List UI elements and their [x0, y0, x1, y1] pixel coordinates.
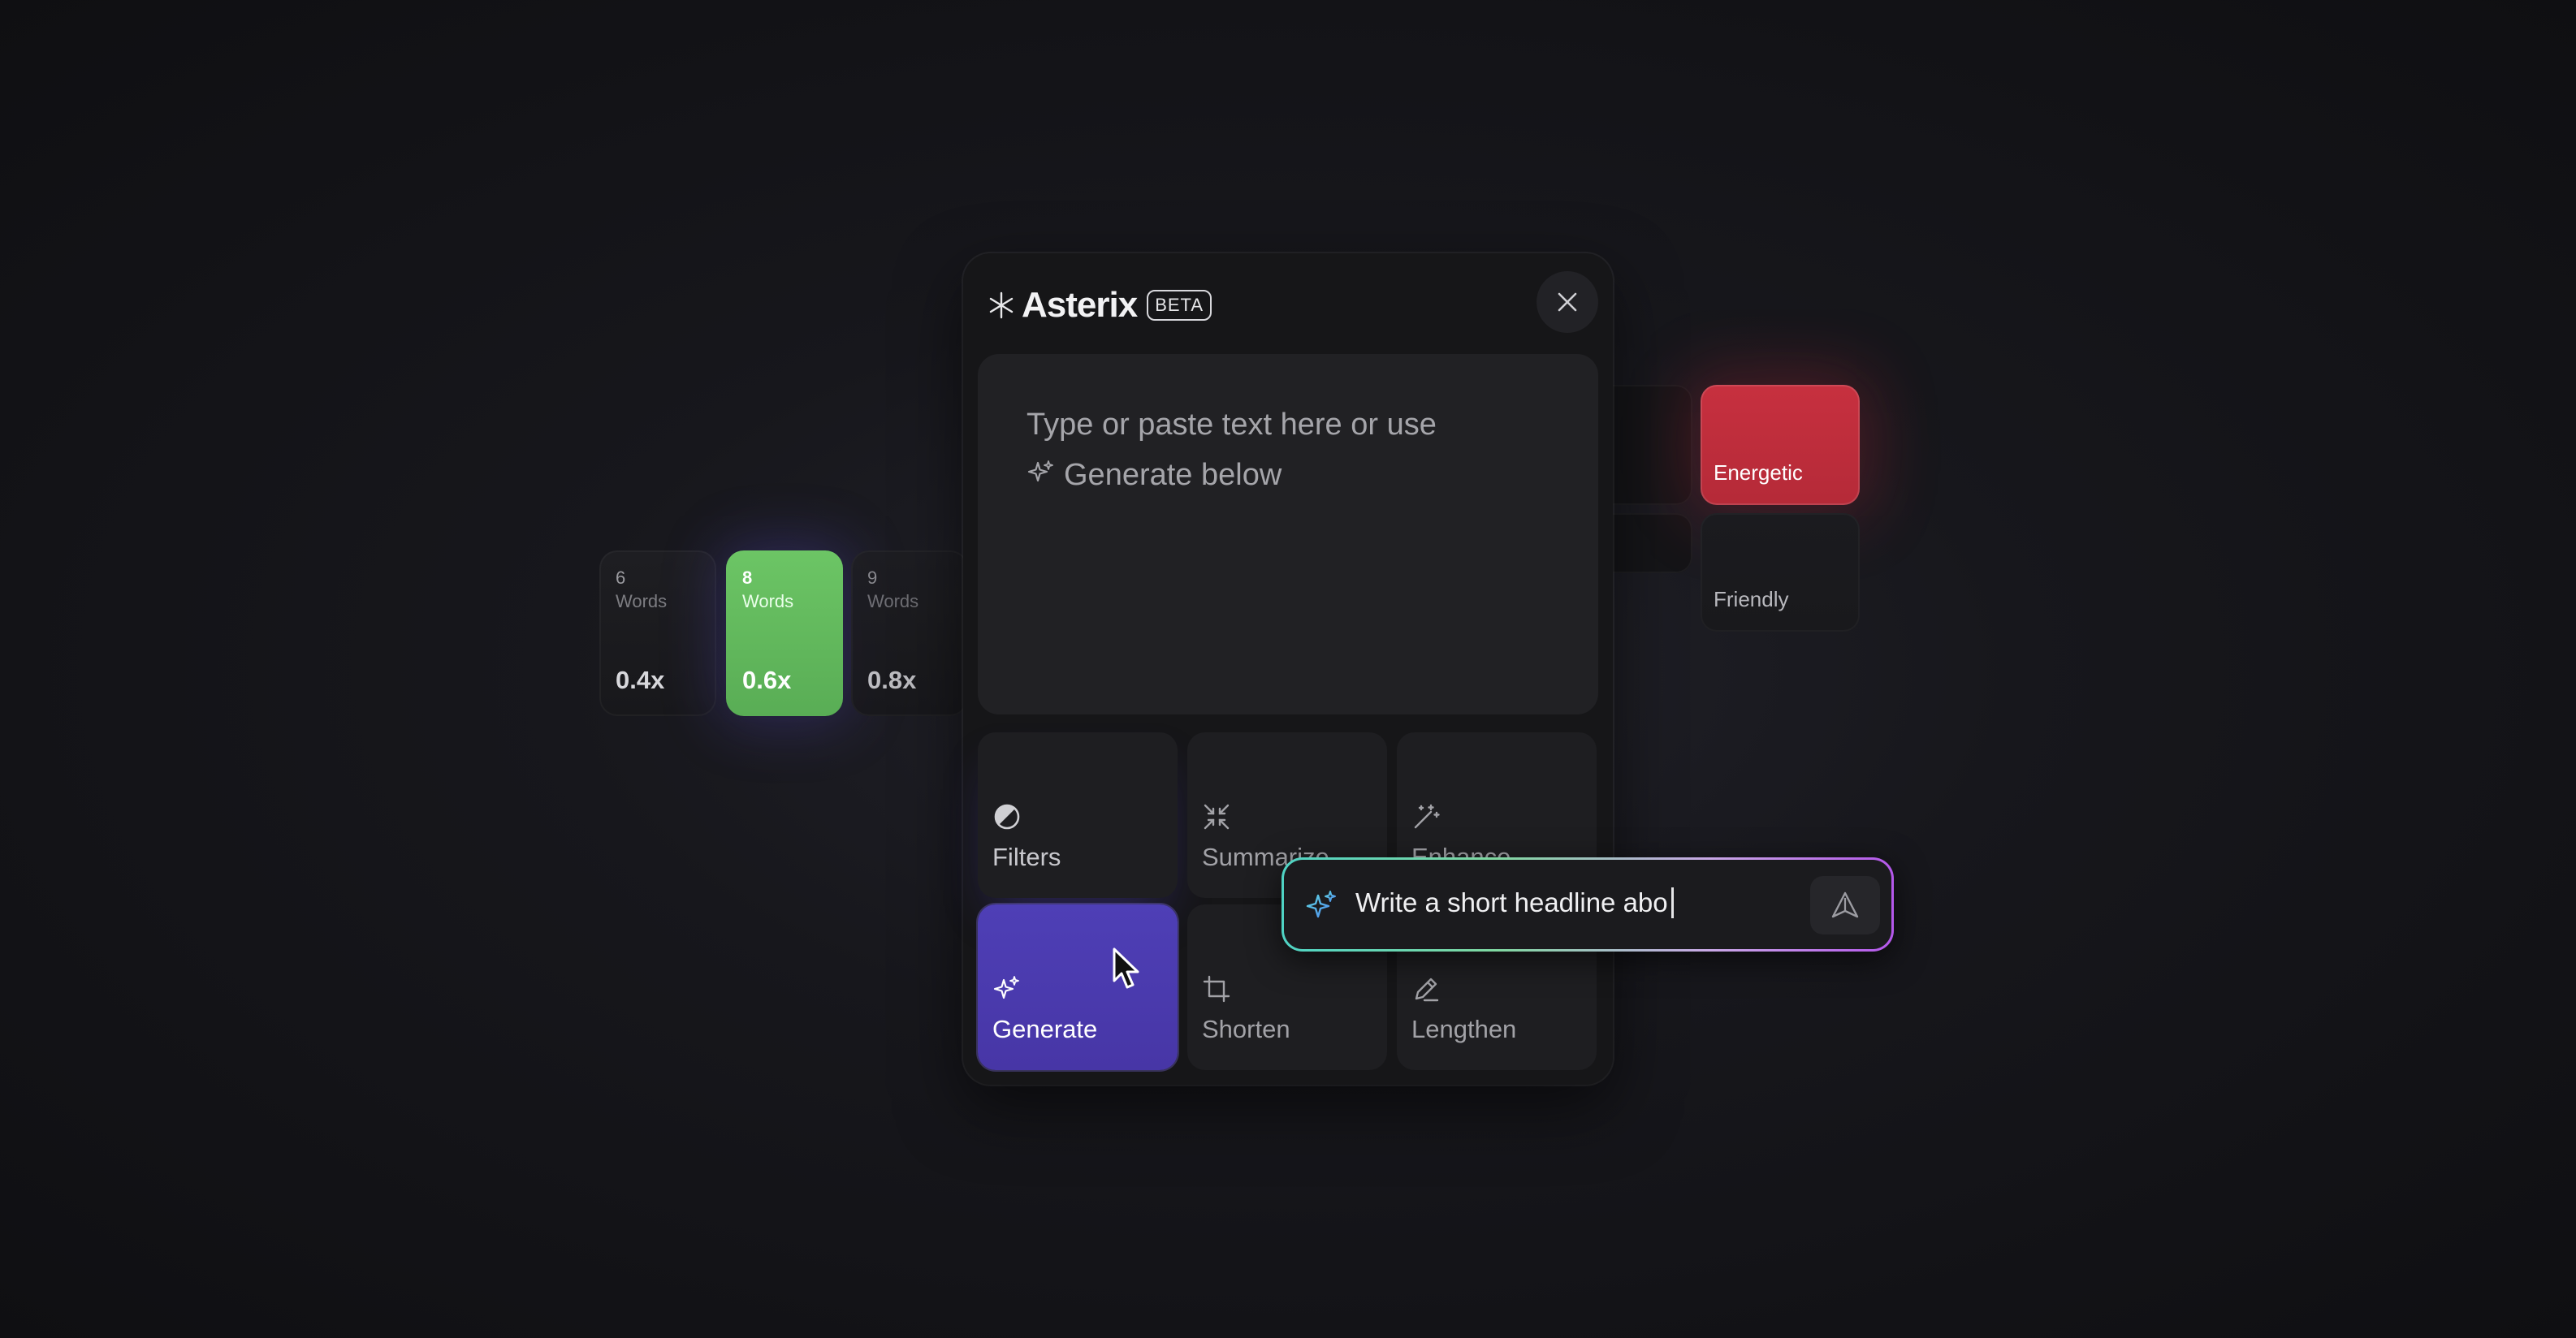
text-caret — [1671, 887, 1674, 918]
tool-label: Generate — [992, 1015, 1098, 1043]
placeholder-line-2: Generate below — [1064, 458, 1282, 492]
assistant-panel: Asterix BETA Type or paste text here or … — [963, 253, 1613, 1085]
word-option-8[interactable]: 8 Words 0.6x — [726, 550, 843, 716]
tool-label: Shorten — [1202, 1015, 1290, 1043]
word-unit: Words — [742, 591, 794, 611]
tone-label: Energetic — [1714, 460, 1803, 485]
crop-icon — [1203, 975, 1230, 1003]
asterisk-logo-icon — [989, 291, 1014, 319]
app-title: Asterix — [1022, 285, 1138, 325]
word-unit: Words — [616, 591, 668, 611]
tone-label: Friendly — [1714, 587, 1789, 611]
tone-energetic[interactable]: Energetic — [1701, 385, 1860, 505]
word-count: 9 — [867, 568, 878, 588]
word-option-9[interactable]: 9 Words 0.8x — [851, 550, 968, 716]
magic-wand-icon — [1414, 804, 1440, 829]
generate-button[interactable]: Generate — [978, 904, 1178, 1070]
word-multiplier: 0.4x — [616, 666, 665, 694]
tool-label: Lengthen — [1411, 1015, 1517, 1043]
word-multiplier: 0.8x — [867, 666, 917, 694]
word-count: 8 — [742, 568, 753, 588]
mouse-cursor-icon — [1113, 947, 1139, 989]
panel-header: Asterix BETA — [986, 281, 1212, 330]
send-icon — [1831, 891, 1859, 918]
prompt-value: Write a short headline abo — [1355, 887, 1668, 917]
close-button[interactable] — [1537, 271, 1598, 333]
text-editor[interactable]: Type or paste text here or use Generate … — [978, 354, 1598, 714]
placeholder-line-1: Type or paste text here or use — [1027, 408, 1437, 442]
sparkles-icon — [1306, 891, 1336, 918]
tone-friendly[interactable]: Friendly — [1701, 513, 1860, 632]
contrast-icon — [994, 804, 1020, 830]
stage: 6 Words 0.4x 8 Words 0.6x 9 Words 0.8x E… — [0, 0, 2576, 1338]
prompt-bar: Write a short headline abo — [1282, 857, 1894, 952]
filters-button[interactable]: Filters — [978, 732, 1178, 898]
prompt-input[interactable]: Write a short headline abo — [1284, 860, 1891, 949]
close-icon — [1558, 292, 1577, 312]
prompt-text-wrap: Write a short headline abo — [1355, 887, 1674, 918]
minimize-arrows-icon — [1204, 804, 1230, 830]
editor-placeholder: Type or paste text here or use Generate … — [1027, 399, 1549, 500]
word-option-6[interactable]: 6 Words 0.4x — [599, 550, 716, 716]
pencil-icon — [1415, 978, 1439, 1002]
send-button[interactable] — [1810, 876, 1880, 934]
placeholder-line-2-wrap: Generate below — [1027, 450, 1549, 500]
beta-badge: BETA — [1147, 290, 1212, 321]
sparkle-icon — [1027, 460, 1053, 482]
word-multiplier: 0.6x — [742, 666, 792, 694]
word-count: 6 — [616, 568, 626, 588]
word-unit: Words — [867, 591, 919, 611]
sparkles-icon — [993, 976, 1019, 999]
tool-label: Filters — [992, 843, 1061, 871]
